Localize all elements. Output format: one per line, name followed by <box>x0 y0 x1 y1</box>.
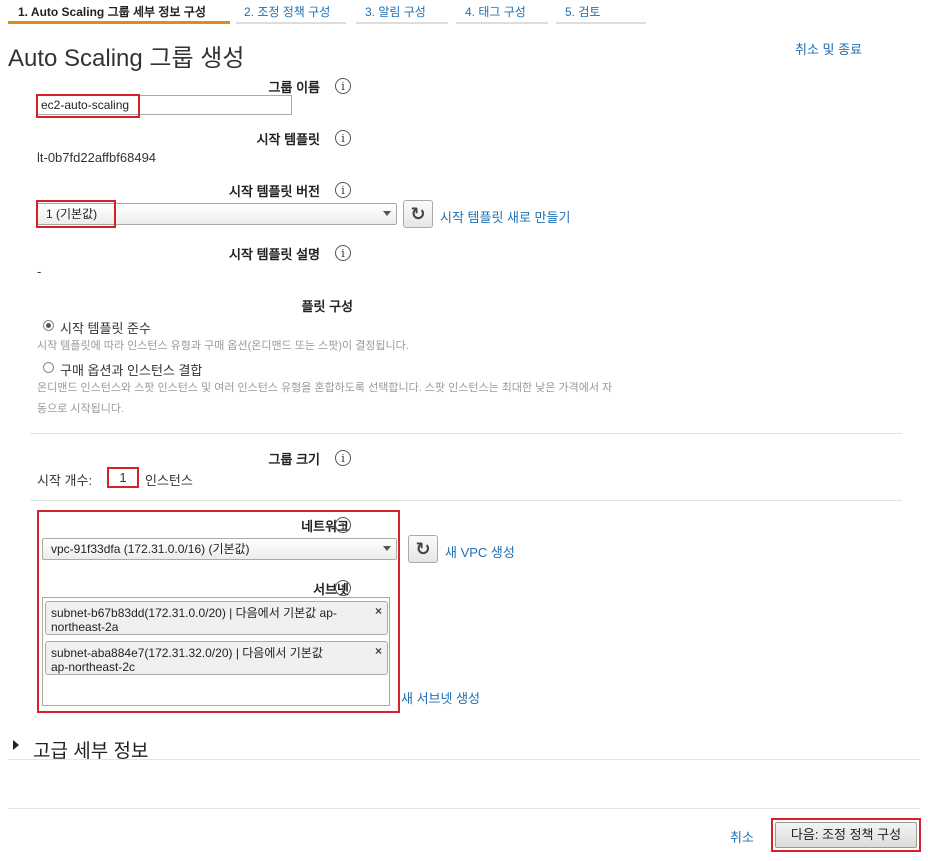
combine-purchase-label: 구매 옵션과 인스턴스 결합 <box>60 363 203 378</box>
next-button-highlight <box>771 818 921 852</box>
group-size-suffix: 인스턴스 <box>145 473 193 488</box>
create-launch-template-link[interactable]: 시작 템플릿 새로 만들기 <box>440 207 570 226</box>
divider <box>8 808 920 809</box>
subnet-chip-text: subnet-aba884e7(172.31.32.0/20) | 다음에서 기… <box>51 646 323 660</box>
close-icon[interactable]: × <box>375 604 382 618</box>
subnet-chip: subnet-b67b83dd(172.31.0.0/20) | 다음에서 기본… <box>45 601 388 635</box>
subnet-chip-text: subnet-b67b83dd(172.31.0.0/20) | 다음에서 기본… <box>51 606 337 620</box>
launch-template-label: 시작 템플릿 <box>256 132 320 147</box>
info-icon[interactable]: i <box>335 78 351 94</box>
tab-step-3[interactable]: 3. 알림 구성 <box>356 0 448 24</box>
group-name-highlight <box>36 94 140 118</box>
fleet-label: 플릿 구성 <box>301 299 353 314</box>
group-size-label: 그룹 크기 <box>268 452 320 467</box>
chevron-down-icon <box>383 546 391 551</box>
page-title: Auto Scaling 그룹 생성 <box>8 45 245 72</box>
divider <box>30 500 902 501</box>
launch-template-description-value: - <box>37 264 42 279</box>
info-icon[interactable]: i <box>335 450 351 466</box>
subnet-label: 서브넷 <box>313 582 349 597</box>
network-select[interactable]: vpc-91f33dfa (172.31.0.0/16) (기본값) <box>42 538 397 560</box>
create-subnet-link[interactable]: 새 서브넷 생성 <box>401 688 480 707</box>
info-icon[interactable]: i <box>335 130 351 146</box>
refresh-icon[interactable]: ↻ <box>408 535 438 563</box>
group-size-value: 1 <box>119 470 127 485</box>
radio-adhere-template[interactable] <box>43 320 54 331</box>
launch-template-description-label: 시작 템플릿 설명 <box>229 247 320 262</box>
divider <box>30 433 902 434</box>
refresh-icon[interactable]: ↻ <box>403 200 433 228</box>
tab-step-2[interactable]: 2. 조정 정책 구성 <box>236 0 346 24</box>
tab-step-1-label: 1. Auto Scaling 그룹 세부 정보 구성 <box>18 5 206 19</box>
group-size-input[interactable]: 1 <box>107 467 139 488</box>
launch-template-version-label: 시작 템플릿 버전 <box>229 184 320 199</box>
subnet-chip-text-2: northeast-2a <box>51 620 119 634</box>
tab-step-5[interactable]: 5. 검토 <box>556 0 646 24</box>
network-label: 네트워크 <box>301 519 349 534</box>
adhere-template-help: 시작 템플릿에 따라 인스턴스 유형과 구매 옵션(온디맨드 또는 스팟)이 결… <box>37 340 409 352</box>
network-value: vpc-91f33dfa (172.31.0.0/16) (기본값) <box>51 542 250 556</box>
subnet-chip: subnet-aba884e7(172.31.32.0/20) | 다음에서 기… <box>45 641 388 675</box>
caret-right-icon[interactable] <box>13 740 19 750</box>
adhere-template-label: 시작 템플릿 준수 <box>60 321 151 336</box>
info-icon[interactable]: i <box>335 245 351 261</box>
create-vpc-link[interactable]: 새 VPC 생성 <box>445 542 515 561</box>
combine-purchase-help: 온디맨드 인스턴스와 스팟 인스턴스 및 여러 인스턴스 유형을 혼합하도록 선… <box>37 382 613 394</box>
info-icon[interactable]: i <box>335 182 351 198</box>
tab-step-1[interactable]: 1. Auto Scaling 그룹 세부 정보 구성 <box>8 0 230 24</box>
info-icon[interactable]: i <box>335 517 351 533</box>
cancel-link[interactable]: 취소 <box>730 827 754 846</box>
radio-combine-purchase[interactable] <box>43 362 54 373</box>
close-icon[interactable]: × <box>375 644 382 658</box>
cancel-and-close-link[interactable]: 취소 및 종료 <box>795 39 862 58</box>
combine-purchase-help-2: 동으로 시작됩니다. <box>37 403 125 415</box>
tab-step-5-label: 5. 검토 <box>565 5 601 19</box>
tab-step-2-label: 2. 조정 정책 구성 <box>244 5 331 19</box>
divider <box>8 759 920 760</box>
subnet-chip-text-2: ap-northeast-2c <box>51 660 136 674</box>
tab-step-3-label: 3. 알림 구성 <box>365 5 426 19</box>
group-size-prefix: 시작 개수: <box>37 473 93 488</box>
chevron-down-icon <box>383 211 391 216</box>
info-icon[interactable]: i <box>335 580 351 596</box>
tab-step-4-label: 4. 태그 구성 <box>465 5 526 19</box>
version-highlight <box>36 200 116 228</box>
group-name-label: 그룹 이름 <box>268 80 320 95</box>
tab-step-4[interactable]: 4. 태그 구성 <box>456 0 548 24</box>
launch-template-id: lt-0b7fd22affbf68494 <box>37 150 157 165</box>
